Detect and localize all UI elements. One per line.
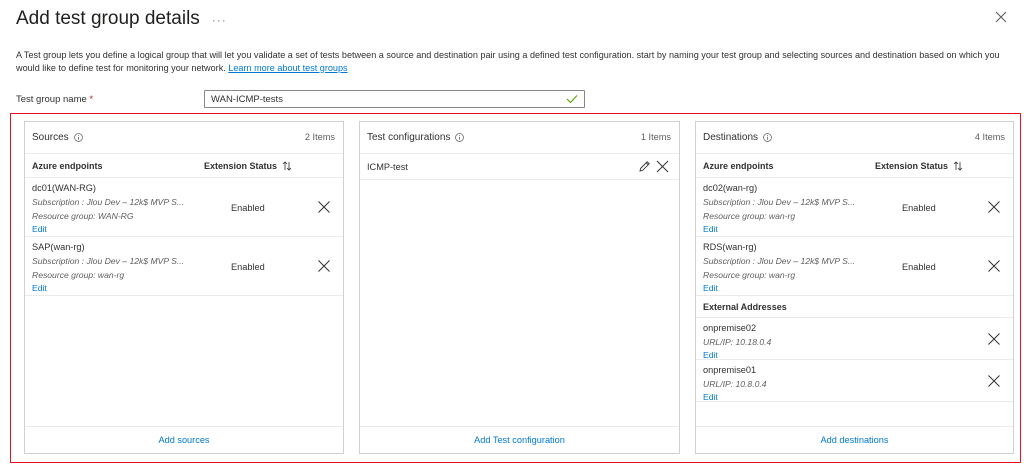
external-address-row: onpremise01 URL/IP: 10.8.0.4 Edit bbox=[696, 360, 1013, 402]
col-azure-endpoints: Azure endpoints bbox=[703, 160, 774, 171]
source-row: dc01(WAN-RG) Subscription : Jlou Dev – 1… bbox=[25, 178, 343, 237]
more-options-icon[interactable]: ··· bbox=[212, 13, 227, 27]
destinations-panel: Destinations 4 Items Azure endpoints Ext… bbox=[695, 121, 1014, 454]
destination-edit-link[interactable]: Edit bbox=[703, 282, 1006, 294]
destination-status: Enabled bbox=[902, 262, 936, 272]
external-address-name: onpremise02 bbox=[703, 323, 757, 333]
source-edit-link[interactable]: Edit bbox=[32, 223, 336, 235]
source-subscription: Subscription : Jlou Dev – 12k$ MVP S... bbox=[32, 197, 185, 207]
source-row: SAP(wan-rg) Subscription : Jlou Dev – 12… bbox=[25, 237, 343, 296]
destinations-footer: Add destinations bbox=[696, 426, 1013, 453]
test-group-name-label: Test group name * bbox=[16, 93, 94, 105]
test-group-name-row: Test group name * WAN-ICMP-tests bbox=[16, 90, 585, 108]
blade-header: Add test group details ··· bbox=[16, 6, 1008, 32]
test-configurations-panel: Test configurations 1 Items ICMP-test Ad… bbox=[359, 121, 680, 454]
description: A Test group lets you define a logical g… bbox=[16, 49, 1011, 74]
test-group-name-input[interactable]: WAN-ICMP-tests bbox=[204, 90, 585, 108]
external-address-url: URL/IP: 10.18.0.4 bbox=[703, 337, 772, 347]
destination-row: dc02(wan-rg) Subscription : Jlou Dev – 1… bbox=[696, 178, 1013, 237]
close-icon[interactable] bbox=[994, 10, 1008, 24]
destination-name: RDS(wan-rg) bbox=[703, 242, 757, 252]
source-name: SAP(wan-rg) bbox=[32, 242, 85, 252]
sort-icon[interactable] bbox=[282, 160, 292, 171]
external-address-url: URL/IP: 10.8.0.4 bbox=[703, 379, 767, 389]
col-azure-endpoints: Azure endpoints bbox=[32, 160, 103, 171]
required-mark: * bbox=[89, 93, 94, 105]
remove-destination-icon[interactable] bbox=[987, 259, 1001, 273]
source-subscription: Subscription : Jlou Dev – 12k$ MVP S... bbox=[32, 256, 185, 266]
external-address-name: onpremise01 bbox=[703, 365, 757, 375]
remove-destination-icon[interactable] bbox=[987, 200, 1001, 214]
remove-config-icon[interactable] bbox=[656, 160, 669, 173]
sources-column-header: Azure endpoints Extension Status bbox=[25, 154, 343, 178]
configs-title: Test configurations bbox=[367, 132, 451, 143]
learn-more-link[interactable]: Learn more about test groups bbox=[228, 63, 347, 73]
col-extension-status[interactable]: Extension Status bbox=[875, 161, 963, 171]
destinations-column-header: Azure endpoints Extension Status bbox=[696, 154, 1013, 178]
test-group-name-value: WAN-ICMP-tests bbox=[211, 93, 283, 105]
configs-footer: Add Test configuration bbox=[360, 426, 679, 453]
sources-panel: Sources 2 Items Azure endpoints Extensio… bbox=[24, 121, 344, 454]
source-name: dc01(WAN-RG) bbox=[32, 183, 96, 193]
sources-count: 2 Items bbox=[304, 132, 335, 142]
info-icon[interactable] bbox=[763, 133, 772, 142]
remove-source-icon[interactable] bbox=[317, 259, 331, 273]
remove-external-address-icon[interactable] bbox=[987, 374, 1001, 388]
add-sources-button[interactable]: Add sources bbox=[158, 435, 209, 445]
source-status: Enabled bbox=[231, 203, 265, 213]
destination-resource-group: Resource group: wan-rg bbox=[703, 211, 796, 221]
sources-footer: Add sources bbox=[25, 426, 343, 453]
destination-status: Enabled bbox=[902, 203, 936, 213]
description-text: A Test group lets you define a logical g… bbox=[16, 50, 1000, 73]
destination-subscription: Subscription : Jlou Dev – 12k$ MVP S... bbox=[703, 256, 856, 266]
checkmark-icon bbox=[566, 95, 578, 104]
destination-row: RDS(wan-rg) Subscription : Jlou Dev – 12… bbox=[696, 237, 1013, 296]
sources-header: Sources 2 Items bbox=[25, 122, 343, 154]
destination-name: dc02(wan-rg) bbox=[703, 183, 758, 193]
destination-edit-link[interactable]: Edit bbox=[703, 223, 1006, 235]
destination-resource-group: Resource group: wan-rg bbox=[703, 270, 796, 280]
source-resource-group: Resource group: wan-rg bbox=[32, 270, 125, 280]
config-name: ICMP-test bbox=[367, 161, 408, 172]
external-address-row: onpremise02 URL/IP: 10.18.0.4 Edit bbox=[696, 318, 1013, 360]
info-icon[interactable] bbox=[73, 133, 83, 142]
info-icon[interactable] bbox=[455, 133, 465, 142]
add-test-configuration-button[interactable]: Add Test configuration bbox=[474, 435, 565, 445]
external-addresses-header: External Addresses bbox=[696, 296, 1013, 318]
external-address-edit-link[interactable]: Edit bbox=[703, 391, 1006, 403]
destinations-count: 4 Items bbox=[974, 132, 1005, 142]
configs-header: Test configurations 1 Items bbox=[360, 122, 679, 154]
source-status: Enabled bbox=[231, 262, 265, 272]
remove-source-icon[interactable] bbox=[317, 200, 331, 214]
destinations-title: Destinations bbox=[703, 132, 759, 143]
config-row: ICMP-test bbox=[360, 154, 679, 180]
sort-icon[interactable] bbox=[953, 160, 963, 171]
edit-pencil-icon[interactable] bbox=[638, 160, 651, 173]
page-title: Add test group details bbox=[16, 8, 200, 29]
destinations-header: Destinations 4 Items bbox=[696, 122, 1013, 154]
remove-external-address-icon[interactable] bbox=[987, 332, 1001, 346]
col-extension-status[interactable]: Extension Status bbox=[204, 161, 292, 171]
sources-title: Sources bbox=[32, 132, 69, 143]
source-resource-group: Resource group: WAN-RG bbox=[32, 211, 134, 221]
add-destinations-button[interactable]: Add destinations bbox=[821, 435, 889, 445]
destination-subscription: Subscription : Jlou Dev – 12k$ MVP S... bbox=[703, 197, 856, 207]
source-edit-link[interactable]: Edit bbox=[32, 282, 336, 294]
configs-count: 1 Items bbox=[640, 132, 671, 142]
